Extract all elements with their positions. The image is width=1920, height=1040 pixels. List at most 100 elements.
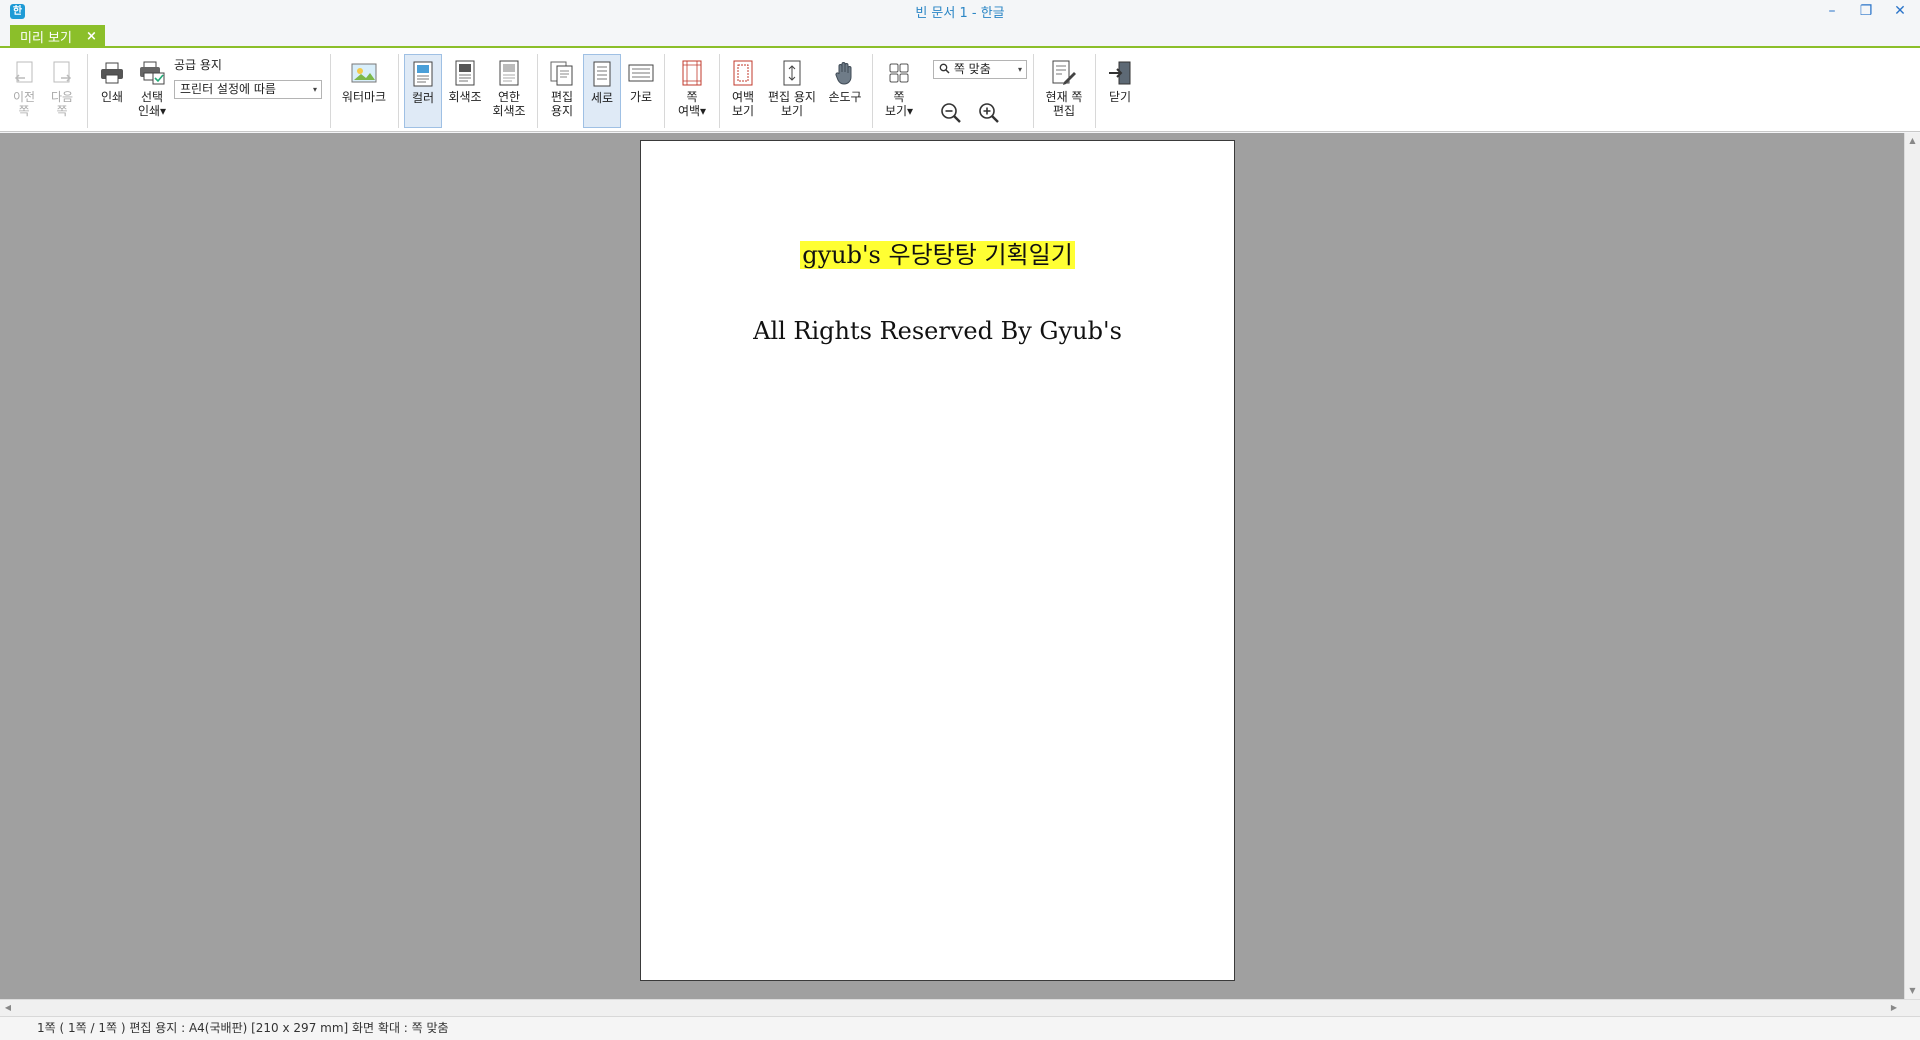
watermark-icon (350, 58, 378, 88)
prev-page-icon (10, 58, 38, 88)
portrait-button[interactable]: 세로 (583, 54, 621, 128)
next-page-icon (48, 58, 76, 88)
edit-paper-view-label: 편집 용지 보기 (768, 90, 816, 118)
edit-paper-label: 편집 용지 (550, 90, 574, 118)
print-label: 인쇄 (100, 90, 124, 104)
light-grayscale-button[interactable]: 연한 회색조 (488, 54, 530, 128)
title-bar: 한 빈 문서 1 - 한글 – ❐ ✕ (0, 0, 1920, 22)
color-mode-label: 컬러 (411, 91, 435, 105)
edit-paper-icon (548, 58, 576, 88)
hand-icon (831, 58, 859, 88)
document-page: gyub's 우당탕탕 기획일기 All Rights Reserved By … (640, 140, 1235, 981)
zoom-value: 쪽 맞춤 (953, 62, 991, 76)
exit-door-icon (1106, 58, 1134, 88)
multi-page-icon (885, 58, 913, 88)
chevron-down-icon: ▾ (1017, 65, 1022, 74)
watermark-label: 워터마크 (341, 90, 387, 104)
separator (398, 54, 399, 128)
color-mode-button[interactable]: 컬러 (404, 54, 442, 128)
paper-source-dropdown[interactable]: 프린터 설정에 따름 ▾ (174, 80, 322, 99)
tab-preview[interactable]: 미리 보기 × (10, 25, 105, 48)
portrait-label: 세로 (590, 91, 614, 105)
paper-source-label: 공급 용지 (174, 58, 222, 72)
hand-tool-label: 손도구 (828, 90, 862, 104)
separator (537, 54, 538, 128)
close-preview-label: 닫기 (1108, 90, 1132, 104)
grayscale-page-icon (451, 58, 479, 88)
vertical-scrollbar[interactable]: ▲ ▼ (1904, 133, 1920, 999)
edit-paper-view-icon (778, 58, 806, 88)
separator (664, 54, 665, 128)
status-text: 1쪽 ( 1쪽 / 1쪽 ) 편집 용지 : A4(국배판) [210 x 29… (37, 1021, 449, 1035)
scroll-left-icon[interactable]: ◀ (0, 1000, 16, 1016)
document-title-text: gyub's 우당탕탕 기획일기 (800, 241, 1075, 269)
ribbon-toolbar: 이전 쪽 다음 쪽 인쇄 선택 인쇄▾ 공급 용지 프린터 설정에 따름 ▾ 워… (0, 48, 1920, 132)
select-print-label: 선택 인쇄▾ (137, 90, 167, 118)
tab-close-icon[interactable]: × (86, 29, 97, 44)
zoom-in-icon (979, 103, 999, 123)
scroll-down-icon[interactable]: ▼ (1905, 983, 1920, 999)
minimize-button[interactable]: – (1824, 0, 1840, 22)
zoom-out-button[interactable] (937, 100, 965, 126)
separator (330, 54, 331, 128)
horizontal-scrollbar[interactable]: ◀ ▶ (0, 999, 1920, 1016)
scroll-up-icon[interactable]: ▲ (1905, 133, 1920, 149)
app-logo-icon: 한 (10, 4, 25, 19)
separator (719, 54, 720, 128)
landscape-label: 가로 (629, 90, 653, 104)
scroll-right-icon[interactable]: ▶ (1886, 1000, 1902, 1016)
light-grayscale-page-icon (495, 58, 523, 88)
separator (872, 54, 873, 128)
landscape-page-icon (627, 58, 655, 88)
close-window-button[interactable]: ✕ (1892, 0, 1908, 22)
margin-view-button[interactable]: 여백 보기 (724, 54, 762, 128)
document-title: gyub's 우당탕탕 기획일기 (641, 235, 1234, 270)
restore-button[interactable]: ❐ (1858, 0, 1874, 22)
grayscale-label: 회색조 (448, 90, 482, 104)
status-bar: 1쪽 ( 1쪽 / 1쪽 ) 편집 용지 : A4(국배판) [210 x 29… (0, 1016, 1920, 1040)
zoom-in-button[interactable] (975, 100, 1003, 126)
next-page-label: 다음 쪽 (50, 90, 74, 118)
grayscale-button[interactable]: 회색조 (446, 54, 484, 128)
margin-view-icon (729, 58, 757, 88)
window-title: 빈 문서 1 - 한글 (915, 5, 1005, 21)
paper-source-value: 프린터 설정에 따름 (180, 82, 276, 96)
window-controls: – ❐ ✕ (1824, 0, 1908, 22)
edit-paper-view-button[interactable]: 편집 용지 보기 (762, 54, 822, 128)
zoom-out-icon (941, 103, 961, 123)
page-view-button[interactable]: 쪽 보기▾ (878, 54, 920, 128)
color-page-icon (409, 59, 437, 89)
magnifier-icon (939, 63, 950, 74)
tab-row: 미리 보기 × (0, 22, 1920, 48)
prev-page-label: 이전 쪽 (12, 90, 36, 118)
edit-current-page-label: 현재 쪽 편집 (1045, 90, 1083, 118)
landscape-button[interactable]: 가로 (623, 54, 659, 128)
document-subtitle: All Rights Reserved By Gyub's (753, 317, 1122, 345)
close-preview-button[interactable]: 닫기 (1102, 54, 1138, 128)
light-grayscale-label: 연한 회색조 (492, 90, 526, 118)
prev-page-button[interactable]: 이전 쪽 (8, 54, 40, 128)
separator (1095, 54, 1096, 128)
page-margin-icon (678, 58, 706, 88)
page-margin-label: 쪽 여백▾ (677, 90, 707, 118)
select-print-button[interactable]: 선택 인쇄▾ (134, 54, 170, 128)
tab-preview-label: 미리 보기 (20, 31, 72, 46)
preview-workspace[interactable]: gyub's 우당탕탕 기획일기 All Rights Reserved By … (0, 133, 1904, 999)
print-button[interactable]: 인쇄 (96, 54, 128, 128)
page-view-label: 쪽 보기▾ (884, 90, 914, 118)
separator (1033, 54, 1034, 128)
portrait-page-icon (588, 59, 616, 89)
edit-current-page-button[interactable]: 현재 쪽 편집 (1040, 54, 1088, 128)
separator (87, 54, 88, 128)
edit-page-icon (1050, 58, 1078, 88)
hand-tool-button[interactable]: 손도구 (824, 54, 866, 128)
printer-icon (98, 58, 126, 88)
page-margin-button[interactable]: 쪽 여백▾ (670, 54, 714, 128)
edit-paper-button[interactable]: 편집 용지 (542, 54, 582, 128)
next-page-button[interactable]: 다음 쪽 (46, 54, 78, 128)
chevron-down-icon: ▾ (312, 85, 317, 94)
zoom-dropdown[interactable]: 쪽 맞춤 ▾ (933, 60, 1027, 79)
watermark-button[interactable]: 워터마크 (336, 54, 392, 128)
margin-view-label: 여백 보기 (731, 90, 755, 118)
select-print-icon (138, 58, 166, 88)
